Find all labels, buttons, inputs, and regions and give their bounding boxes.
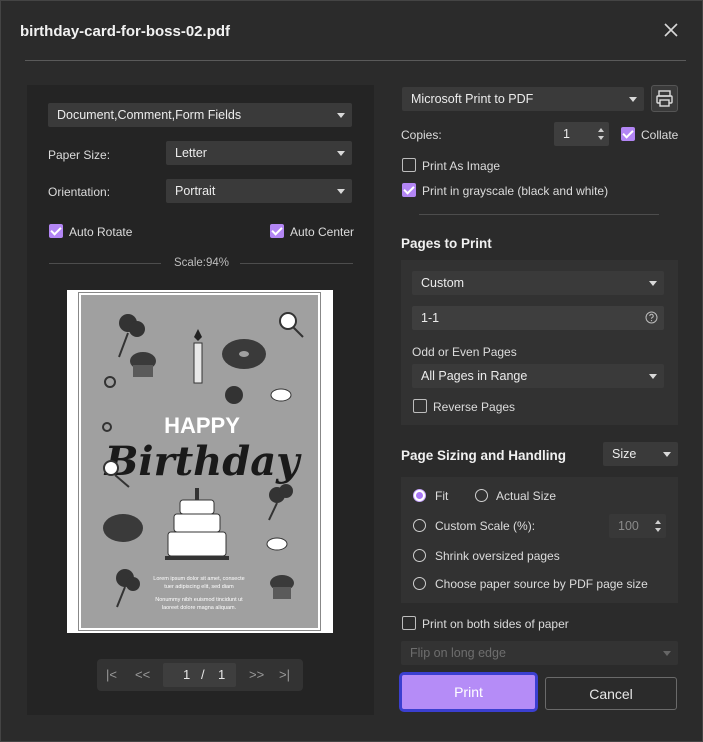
spin-down-icon[interactable] [655, 528, 661, 532]
custom-scale-input[interactable]: 100 [609, 514, 666, 538]
paper-size-value: Letter [175, 146, 207, 160]
page-range-input[interactable]: 1-1 [412, 306, 664, 330]
print-as-image-checkbox[interactable] [402, 158, 416, 172]
page-sizing-heading: Page Sizing and Handling [401, 448, 567, 463]
close-icon[interactable] [662, 21, 680, 39]
custom-scale-value: 100 [618, 519, 639, 533]
orientation-label: Orientation: [48, 185, 111, 199]
both-sides-label: Print on both sides of paper [422, 617, 569, 631]
options-divider [419, 214, 659, 215]
print-as-image-label: Print As Image [422, 159, 501, 173]
page-number-input[interactable]: 1 / 1 [163, 663, 236, 687]
total-pages: 1 [218, 667, 226, 682]
scale-divider-right [240, 263, 353, 264]
odd-even-label: Odd or Even Pages [412, 345, 517, 359]
page-range-select[interactable]: Custom [412, 271, 664, 295]
last-page-button[interactable]: >| [279, 667, 290, 682]
odd-even-select[interactable]: All Pages in Range [412, 364, 664, 388]
card-artwork: HAPPY Birthday Lorem ipsum dolor sit ame… [78, 292, 321, 631]
chevron-down-icon [629, 97, 637, 102]
chevron-down-icon [337, 113, 345, 118]
copies-label: Copies: [401, 128, 442, 142]
next-page-button[interactable]: >> [249, 667, 264, 682]
printer-select[interactable]: Microsoft Print to PDF [402, 87, 644, 111]
paper-source-label: Choose paper source by PDF page size [435, 577, 648, 591]
chevron-down-icon [649, 374, 657, 379]
actual-size-label: Actual Size [496, 489, 557, 503]
actual-size-radio[interactable] [475, 489, 488, 502]
printer-properties-button[interactable] [651, 85, 678, 112]
custom-scale-label: Custom Scale (%): [435, 519, 536, 533]
current-page: 1 [183, 667, 191, 682]
fit-label: Fit [435, 489, 449, 503]
collate-checkbox[interactable] [621, 127, 635, 141]
orientation-value: Portrait [175, 184, 216, 198]
grayscale-label: Print in grayscale (black and white) [422, 184, 609, 198]
first-page-button[interactable]: |< [106, 667, 117, 682]
preview-text-b2: laoreet dolore magna aliquam. [162, 605, 237, 611]
both-sides-checkbox[interactable] [402, 616, 416, 630]
preview-birthday-text: Birthday [104, 438, 303, 485]
flip-value: Flip on long edge [410, 646, 506, 660]
spin-up-icon[interactable] [655, 520, 661, 524]
reverse-pages-checkbox[interactable] [413, 399, 427, 413]
cancel-button[interactable]: Cancel [545, 677, 677, 710]
copies-input[interactable]: 1 [554, 122, 609, 146]
shrink-radio[interactable] [413, 549, 426, 562]
prev-page-button[interactable]: << [135, 667, 150, 682]
preview-text-a1: Lorem ipsum dolor sit amet, consecte [153, 576, 244, 582]
orientation-select[interactable]: Portrait [166, 179, 352, 203]
flip-select[interactable]: Flip on long edge [401, 641, 678, 665]
custom-scale-radio[interactable] [413, 519, 426, 532]
content-select-value: Document,Comment,Form Fields [57, 108, 242, 122]
auto-center-label: Auto Center [290, 225, 355, 239]
help-icon[interactable] [645, 311, 658, 324]
sizing-mode-select[interactable]: Size [603, 442, 678, 466]
page-navigator: |< << 1 / 1 >> >| [97, 659, 303, 691]
reverse-pages-label: Reverse Pages [433, 400, 516, 414]
collate-label: Collate [641, 128, 679, 142]
preview-text-a2: tuer adipiscing elit, sed diam [164, 584, 234, 590]
auto-center-checkbox[interactable] [270, 224, 284, 238]
copies-value: 1 [563, 127, 570, 141]
print-dialog: birthday-card-for-boss-02.pdf Document,C… [0, 0, 703, 742]
page-range-type: Custom [421, 276, 465, 290]
title-divider [25, 60, 686, 61]
auto-rotate-label: Auto Rotate [69, 225, 133, 239]
chevron-down-icon [663, 452, 671, 457]
spin-up-icon[interactable] [598, 128, 604, 132]
fit-radio[interactable] [413, 489, 426, 502]
preview-text-b1: Nonummy nibh euismod tincidunt ut [155, 597, 243, 603]
printer-value: Microsoft Print to PDF [411, 92, 534, 106]
preview-panel: Document,Comment,Form Fields Paper Size:… [27, 85, 374, 715]
card-illustration: HAPPY Birthday Lorem ipsum dolor sit ame… [102, 312, 304, 611]
spin-down-icon[interactable] [598, 136, 604, 140]
paper-size-label: Paper Size: [48, 148, 111, 162]
shrink-label: Shrink oversized pages [435, 549, 560, 563]
chevron-down-icon [649, 281, 657, 286]
auto-rotate-checkbox[interactable] [49, 224, 63, 238]
pages-to-print-heading: Pages to Print [401, 236, 492, 251]
page-preview: HAPPY Birthday Lorem ipsum dolor sit ame… [67, 290, 333, 633]
chevron-down-icon [663, 651, 671, 656]
sizing-mode-value: Size [612, 447, 637, 461]
scale-label: Scale:94% [174, 257, 229, 269]
odd-even-value: All Pages in Range [421, 369, 528, 383]
chevron-down-icon [337, 151, 345, 156]
page-range-value: 1-1 [421, 311, 440, 325]
grayscale-checkbox[interactable] [402, 183, 416, 197]
chevron-down-icon [337, 189, 345, 194]
scale-divider-left [49, 263, 161, 264]
paper-source-radio[interactable] [413, 577, 426, 590]
print-button[interactable]: Print [399, 672, 538, 712]
content-select[interactable]: Document,Comment,Form Fields [48, 103, 352, 127]
printer-icon [656, 90, 673, 107]
preview-happy-text: HAPPY [164, 413, 240, 438]
dialog-title: birthday-card-for-boss-02.pdf [20, 23, 231, 40]
paper-size-select[interactable]: Letter [166, 141, 352, 165]
page-separator: / [201, 667, 205, 682]
